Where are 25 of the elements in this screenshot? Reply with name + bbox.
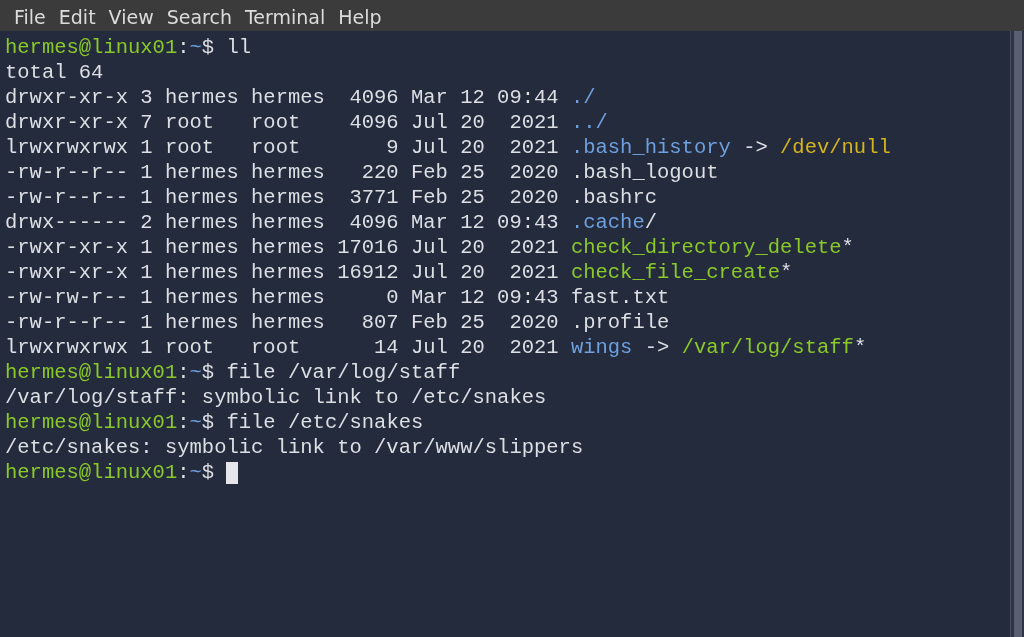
terminal-line: -rw-r--r-- 1 hermes hermes 220 Feb 25 2020 .bash_logout — [5, 160, 719, 185]
terminal-line: hermes@linux01:~$ file /etc/snakes — [5, 410, 424, 435]
terminal-line: lrwxrwxrwx 1 root root 9 Jul 20 2021 .bash_history -> /dev/null — [5, 135, 891, 160]
menu-item[interactable]: Edit — [58, 0, 105, 31]
terminal-line: -rw-rw-r-- 1 hermes hermes 0 Mar 12 09:43 fast.txt — [5, 285, 670, 310]
terminal-line: -rw-r--r-- 1 hermes hermes 807 Feb 25 2020 .profile — [5, 310, 670, 335]
terminal-line: total 64 — [5, 60, 104, 85]
menu-item[interactable]: Terminal — [244, 0, 335, 31]
terminal-line: hermes@linux01:~$ ll — [5, 35, 252, 60]
menu-item[interactable]: Search — [166, 0, 241, 31]
terminal-line: hermes@linux01:~$ — [5, 460, 216, 485]
terminal-line: drwxr-xr-x 7 root root 4096 Jul 20 2021 ../ — [5, 110, 608, 135]
terminal-line: /var/log/staff: symbolic link to /etc/snakes — [5, 385, 547, 410]
terminal-line: drwxr-xr-x 3 hermes hermes 4096 Mar 12 09:44 ./ — [5, 85, 596, 110]
menu-item[interactable]: View — [108, 0, 163, 31]
menu-item[interactable]: File — [14, 0, 55, 31]
scrollbar[interactable] — [1010, 31, 1024, 637]
menu-item[interactable]: Help — [338, 0, 391, 31]
terminal-line: -rwxr-xr-x 1 hermes hermes 17016 Jul 20 2021 check_directory_delete* — [5, 235, 854, 260]
terminal-line: hermes@linux01:~$ file /var/log/staff — [5, 360, 461, 385]
terminal-line: drwx------ 2 hermes hermes 4096 Mar 12 09:43 .cache/ — [5, 210, 658, 235]
terminal-line: lrwxrwxrwx 1 root root 14 Jul 20 2021 wings -> /var/log/staff* — [5, 335, 867, 360]
terminal-line: -rwxr-xr-x 1 hermes hermes 16912 Jul 20 2021 check_file_create* — [5, 260, 793, 285]
terminal-line: -rw-r--r-- 1 hermes hermes 3771 Feb 25 2020 .bashrc — [5, 185, 657, 210]
terminal-line: /etc/snakes: symbolic link to /var/www/slippers — [5, 435, 584, 460]
